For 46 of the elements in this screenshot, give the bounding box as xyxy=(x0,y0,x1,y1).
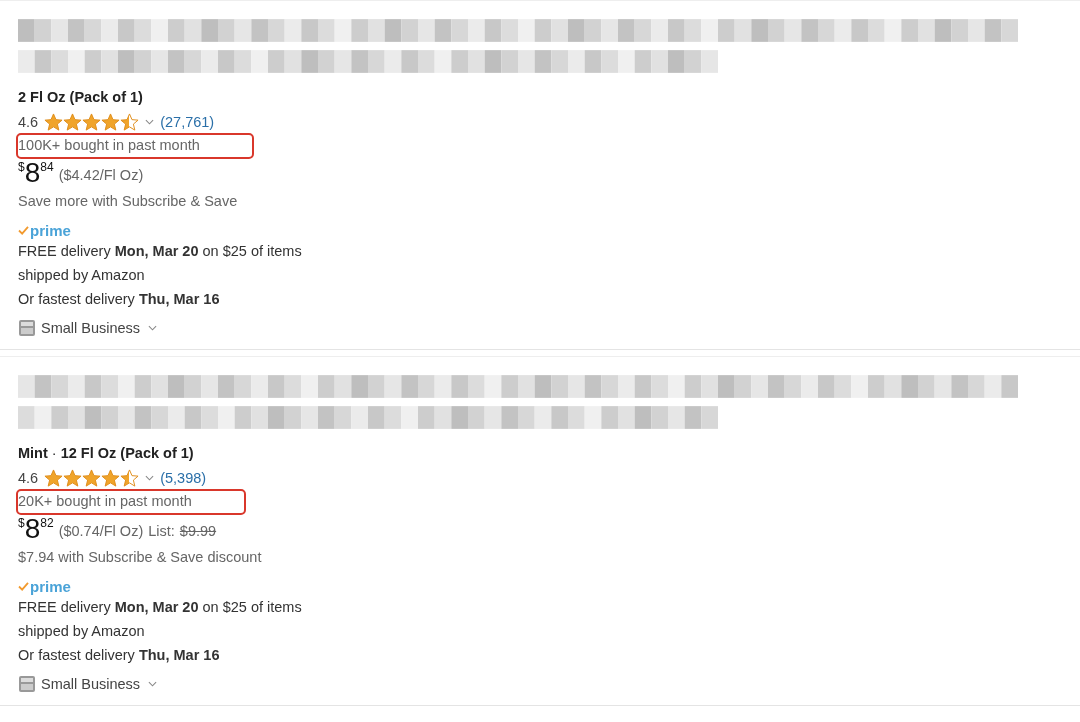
star-icon xyxy=(82,112,102,132)
star-rating[interactable] xyxy=(44,468,140,488)
star-icon xyxy=(82,468,102,488)
delivery-info: FREE delivery Mon, Mar 20 on $25 of items xyxy=(18,242,303,261)
unit-price: ($0.74/Fl Oz) xyxy=(58,523,144,539)
list-price-label: List: xyxy=(148,523,175,539)
check-icon xyxy=(18,581,29,591)
small-business-badge[interactable]: Small Business xyxy=(41,676,141,692)
review-count-link[interactable]: (27,761) xyxy=(160,114,215,130)
subscribe-save-text: $7.94 with Subscribe & Save discount xyxy=(18,548,263,567)
rating-value: 4.6 xyxy=(18,114,39,130)
storefront-icon xyxy=(18,319,36,337)
delivery-info: shipped by Amazon xyxy=(18,622,146,641)
star-icon xyxy=(63,112,83,132)
review-count-link[interactable]: (5,398) xyxy=(160,470,207,486)
rating-value: 4.6 xyxy=(18,470,39,486)
check-icon xyxy=(18,225,29,235)
chevron-down-icon[interactable] xyxy=(148,681,158,687)
chevron-down-icon[interactable] xyxy=(148,325,158,331)
star-rating[interactable] xyxy=(44,112,140,132)
star-icon xyxy=(44,112,64,132)
chevron-down-icon[interactable] xyxy=(145,119,155,125)
product-variant[interactable]: Mint · 12 Fl Oz (Pack of 1) xyxy=(18,443,1062,463)
delivery-info: Or fastest delivery Thu, Mar 16 xyxy=(18,646,221,665)
delivery-info: shipped by Amazon xyxy=(18,266,146,285)
product-variant[interactable]: 2 Fl Oz (Pack of 1) xyxy=(18,87,1062,107)
star-icon xyxy=(120,468,140,488)
unit-price: ($4.42/Fl Oz) xyxy=(58,167,144,183)
price: $^{$}$8$^{82}$ xyxy=(18,515,54,543)
bought-count: 20K+ bought in past month xyxy=(18,493,192,509)
delivery-info: Or fastest delivery Thu, Mar 16 xyxy=(18,290,221,309)
storefront-icon xyxy=(18,675,36,693)
subscribe-save-text: Save more with Subscribe & Save xyxy=(18,192,239,211)
chevron-down-icon[interactable] xyxy=(145,475,155,481)
price: $^{$}$8$^{84}$ xyxy=(18,159,54,187)
star-icon xyxy=(101,468,121,488)
star-icon xyxy=(120,112,140,132)
small-business-badge[interactable]: Small Business xyxy=(41,320,141,336)
bought-count: 100K+ bought in past month xyxy=(18,137,200,153)
star-icon xyxy=(101,112,121,132)
star-icon xyxy=(44,468,64,488)
prime-logo: prime xyxy=(30,577,71,595)
star-icon xyxy=(63,468,83,488)
prime-logo: prime xyxy=(30,221,71,239)
list-price: $9.99 xyxy=(179,523,217,539)
delivery-info: FREE delivery Mon, Mar 20 on $25 of items xyxy=(18,598,303,617)
